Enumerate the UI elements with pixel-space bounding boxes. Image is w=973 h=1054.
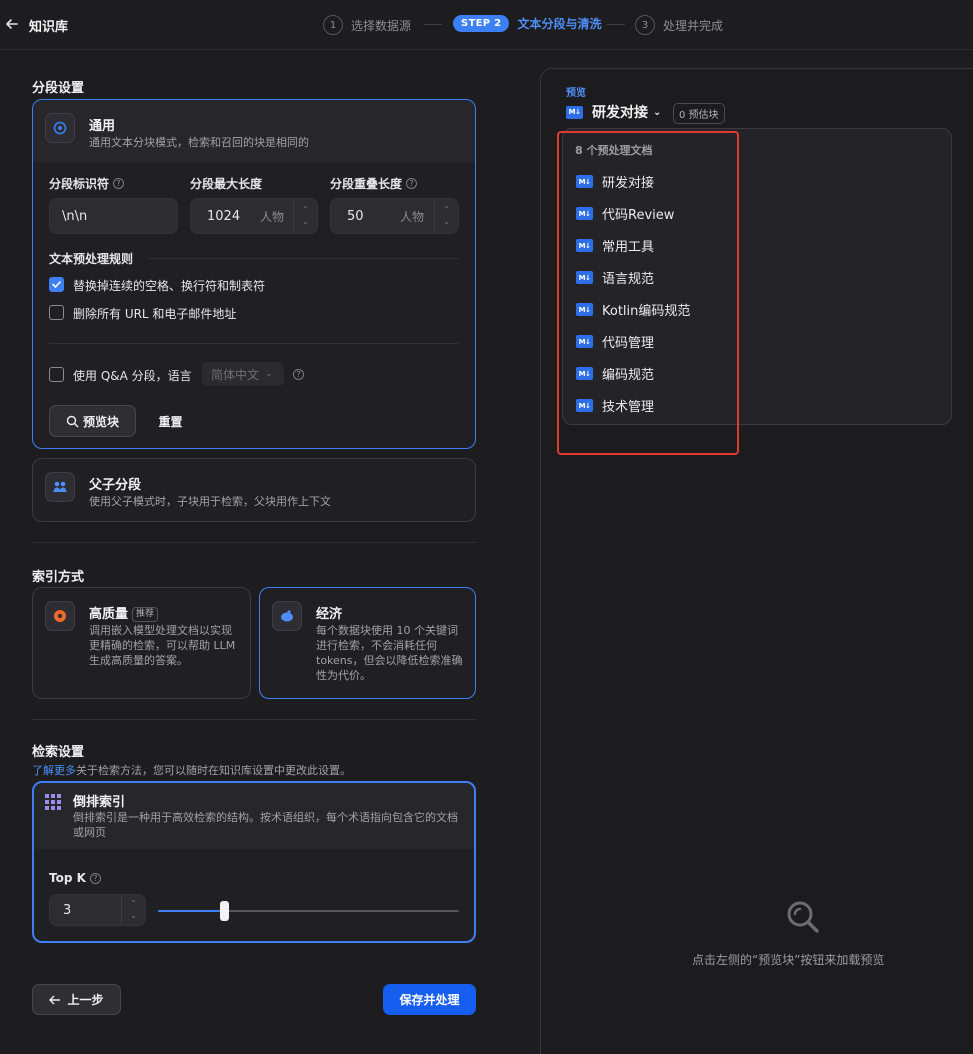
- highlight-box: [557, 131, 739, 455]
- retrieval-settings-title: 检索设置: [32, 745, 85, 760]
- separator-input[interactable]: \n\n: [49, 198, 178, 234]
- overlap-value: 50: [347, 208, 364, 224]
- step-3: 3 处理并完成: [635, 15, 723, 35]
- parent-child-icon: [45, 472, 75, 502]
- rule2-checkbox[interactable]: [49, 305, 64, 320]
- separator-label: 分段标识符?: [49, 175, 125, 192]
- reset-button[interactable]: 重置: [148, 405, 193, 437]
- step-2-label: 文本分段与清洗: [517, 17, 602, 31]
- help-icon[interactable]: ?: [89, 872, 101, 884]
- step-2: STEP 2 文本分段与清洗: [453, 15, 601, 32]
- learn-more-link[interactable]: 了解更多: [32, 764, 76, 777]
- topk-stepper[interactable]: ⌃ ⌄: [121, 895, 145, 925]
- max-length-value: 1024: [207, 208, 241, 224]
- economy-icon: [272, 601, 302, 631]
- preview-label: 预览: [566, 88, 586, 99]
- divider: [148, 258, 459, 259]
- topk-slider-fill: [158, 910, 225, 912]
- help-icon[interactable]: ?: [293, 369, 304, 380]
- high-quality-icon: [45, 601, 75, 631]
- general-desc: 通用文本分块模式，检索和召回的块是相同的: [89, 136, 309, 149]
- step-1-number: 1: [323, 15, 343, 35]
- step-connector: [424, 24, 442, 25]
- unit-label: 人物: [260, 209, 285, 224]
- qa-checkbox[interactable]: [49, 367, 64, 382]
- qa-label: 使用 Q&A 分段，语言: [73, 369, 192, 383]
- previous-step-label: 上一步: [67, 993, 104, 1007]
- empty-preview-hint: 点击左侧的“预览块”按钮来加载预览: [692, 953, 885, 967]
- economy-title: 经济: [316, 607, 343, 622]
- preview-chunks-label: 预览块: [82, 414, 119, 429]
- page-title: 知识库: [29, 20, 69, 35]
- step-connector: [607, 24, 625, 25]
- parent-child-desc: 使用父子模式时，子块用于检索，父块用作上下文: [89, 495, 331, 508]
- max-length-stepper[interactable]: ⌃ ⌄: [293, 199, 317, 233]
- rule1-label: 替换掉连续的空格、换行符和制表符: [73, 279, 266, 293]
- high-quality-desc: 调用嵌入模型处理文档以实现更精确的检索，可以帮助 LLM 生成高质量的答案。: [89, 624, 236, 667]
- overlap-input[interactable]: 50 人物 ⌃ ⌄: [330, 198, 459, 234]
- selected-document: 研发对接: [592, 105, 648, 121]
- previous-step-button[interactable]: 上一步: [32, 984, 121, 1015]
- top-bar: 知识库 1 选择数据源 STEP 2 文本分段与清洗 3 处理并完成: [0, 0, 973, 50]
- chevron-down-icon: ⌄: [265, 369, 273, 379]
- general-icon: [45, 113, 75, 143]
- inverted-index-desc: 倒排索引是一种用于高效检索的结构。按术语组织，每个术语指向包含它的文档或网页: [73, 811, 458, 839]
- qa-language-value: 简体中文: [211, 367, 260, 382]
- rule2-label: 删除所有 URL 和电子邮件地址: [73, 307, 237, 321]
- retrieval-note: 了解更多关于检索方法，您可以随时在知识库设置中更改此设置。: [32, 762, 351, 778]
- step-1: 1 选择数据源: [323, 15, 411, 35]
- qa-language-select: 简体中文 ⌄: [202, 362, 284, 386]
- topk-label: Top K?: [49, 871, 101, 885]
- general-title: 通用: [89, 119, 116, 134]
- preview-chunks-button[interactable]: 预览块: [49, 405, 136, 437]
- divider: [49, 343, 459, 344]
- arrow-left-icon: [49, 995, 61, 1004]
- step-2-pill: STEP 2: [453, 15, 510, 32]
- rules-title: 文本预处理规则: [49, 252, 134, 266]
- unit-label: 人物: [400, 209, 425, 224]
- step-3-label: 处理并完成: [663, 18, 724, 33]
- topk-slider-thumb[interactable]: [220, 901, 230, 921]
- economy-desc: 每个数据块使用 10 个关键词进行检索，不会消耗任何 tokens，但会以降低检…: [316, 624, 463, 682]
- document-selector[interactable]: M↓ 研发对接 ⌄: [566, 102, 661, 122]
- high-quality-title: 高质量 推荐: [89, 603, 159, 622]
- topk-value: 3: [63, 902, 72, 918]
- inverted-index-title: 倒排索引: [73, 795, 126, 810]
- overlap-stepper[interactable]: ⌃ ⌄: [434, 199, 458, 233]
- max-length-label: 分段最大长度: [190, 177, 263, 191]
- retrieval-note-text: 关于检索方法，您可以随时在知识库设置中更改此设置。: [76, 764, 351, 777]
- topk-slider-track[interactable]: [158, 910, 459, 912]
- step-3-number: 3: [635, 15, 655, 35]
- step-1-label: 选择数据源: [351, 18, 412, 33]
- help-icon[interactable]: ?: [406, 178, 418, 189]
- search-icon: [66, 415, 79, 427]
- save-and-process-button[interactable]: 保存并处理: [383, 984, 476, 1015]
- rule1-checkbox[interactable]: [49, 277, 64, 292]
- segment-settings-title: 分段设置: [32, 81, 85, 96]
- search-icon: [787, 901, 819, 933]
- estimated-chunks-badge: 0 预估块: [673, 103, 725, 124]
- markdown-icon: M↓: [566, 105, 583, 119]
- topk-input[interactable]: 3 ⌃ ⌄: [49, 894, 146, 926]
- index-method-title: 索引方式: [32, 570, 85, 585]
- chevron-down-icon: ⌄: [653, 106, 662, 118]
- divider: [32, 719, 476, 720]
- max-length-input[interactable]: 1024 人物 ⌃ ⌄: [190, 198, 318, 234]
- help-icon[interactable]: ?: [113, 178, 125, 189]
- recommended-badge: 推荐: [132, 607, 159, 622]
- back-arrow-icon[interactable]: [4, 16, 20, 32]
- parent-child-title: 父子分段: [89, 478, 142, 493]
- divider: [32, 542, 476, 543]
- grid-icon: [45, 794, 61, 810]
- overlap-label: 分段重叠长度?: [330, 175, 418, 192]
